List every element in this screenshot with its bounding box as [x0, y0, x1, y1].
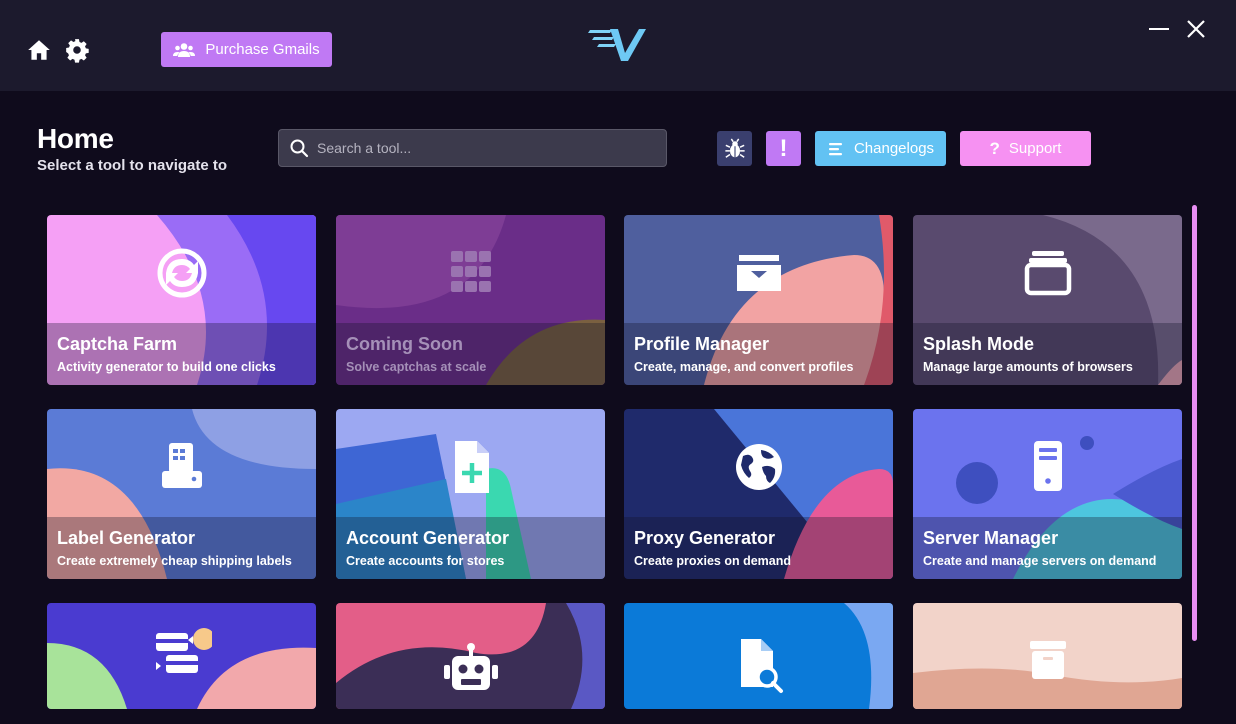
question-icon: ? [989, 138, 1000, 158]
alert-button[interactable]: ! [766, 131, 801, 166]
home-icon[interactable] [26, 37, 52, 63]
robot-icon [441, 639, 501, 699]
tool-title: Server Manager [923, 528, 1059, 548]
tool-subtitle: Create proxies on demand [634, 554, 791, 568]
users-icon [173, 42, 196, 57]
file-search-icon [729, 635, 789, 695]
tool-subtitle: Activity generator to build one clicks [57, 360, 276, 374]
cards-icon [152, 625, 215, 685]
tool-title: Label Generator [57, 528, 196, 548]
minimize-icon[interactable] [1146, 16, 1172, 42]
tool-title: Captcha Farm [57, 334, 178, 354]
tool-card-label-generator[interactable]: Label Generator Create extremely cheap s… [47, 409, 316, 579]
close-icon[interactable] [1183, 16, 1209, 42]
inbox-icon [729, 243, 789, 303]
purchase-gmails-button[interactable]: Purchase Gmails [161, 32, 332, 67]
gear-icon[interactable] [64, 37, 90, 63]
globe-icon [729, 437, 789, 497]
tool-subtitle: Create extremely cheap shipping labels [57, 554, 292, 568]
tool-title: Account Generator [346, 528, 510, 548]
v-logo [588, 26, 648, 64]
tool-subtitle: Create and manage servers on demand [923, 554, 1157, 568]
tool-card-9[interactable] [47, 603, 316, 709]
grid-icon [441, 243, 501, 303]
bug-icon [724, 138, 745, 158]
bug-report-button[interactable] [717, 131, 752, 166]
tool-subtitle: Create, manage, and convert profiles [634, 360, 854, 374]
purchase-gmails-label: Purchase Gmails [205, 41, 320, 58]
tool-title: Coming Soon [346, 334, 463, 354]
tool-card-10[interactable] [336, 603, 605, 709]
page-subtitle: Select a tool to navigate to [37, 157, 228, 174]
tool-subtitle: Manage large amounts of browsers [923, 360, 1133, 374]
list-icon [828, 142, 842, 155]
windows-icon [1018, 243, 1078, 303]
search-input[interactable] [317, 140, 647, 156]
support-label: Support [1008, 140, 1062, 157]
tool-card-proxy-generator[interactable]: Proxy Generator Create proxies on demand [624, 409, 893, 579]
search-icon [290, 139, 309, 158]
page-title: Home [37, 123, 114, 154]
tool-card-11[interactable] [624, 603, 893, 709]
file-plus-icon [441, 437, 501, 497]
exclamation-icon: ! [779, 134, 788, 162]
changelogs-button[interactable]: Changelogs [815, 131, 946, 166]
tool-card-profile-manager[interactable]: Profile Manager Create, manage, and conv… [624, 215, 893, 385]
tool-title: Profile Manager [634, 334, 770, 354]
tool-card-splash-mode[interactable]: Splash Mode Manage large amounts of brow… [913, 215, 1182, 385]
tool-card-server-manager[interactable]: Server Manager Create and manage servers… [913, 409, 1182, 579]
tool-subtitle: Solve captchas at scale [346, 360, 487, 374]
tool-title: Splash Mode [923, 334, 1035, 354]
title-bar: Purchase Gmails [0, 0, 1236, 91]
tool-title: Proxy Generator [634, 528, 776, 548]
support-button[interactable]: ? Support [960, 131, 1091, 166]
scrollbar[interactable] [1192, 205, 1197, 641]
search-box [278, 129, 667, 167]
printer-icon [152, 437, 212, 497]
tool-card-captcha-farm[interactable]: Captcha Farm Activity generator to build… [47, 215, 316, 385]
tool-card-12[interactable] [913, 603, 1182, 709]
tool-subtitle: Create accounts for stores [346, 554, 505, 568]
archive-icon [1018, 633, 1078, 693]
captcha-icon [152, 243, 212, 303]
tool-card-coming-soon[interactable]: Coming Soon Solve captchas at scale [336, 215, 605, 385]
changelogs-label: Changelogs [853, 140, 935, 157]
tool-card-account-generator[interactable]: Account Generator Create accounts for st… [336, 409, 605, 579]
server-icon [1018, 437, 1078, 497]
